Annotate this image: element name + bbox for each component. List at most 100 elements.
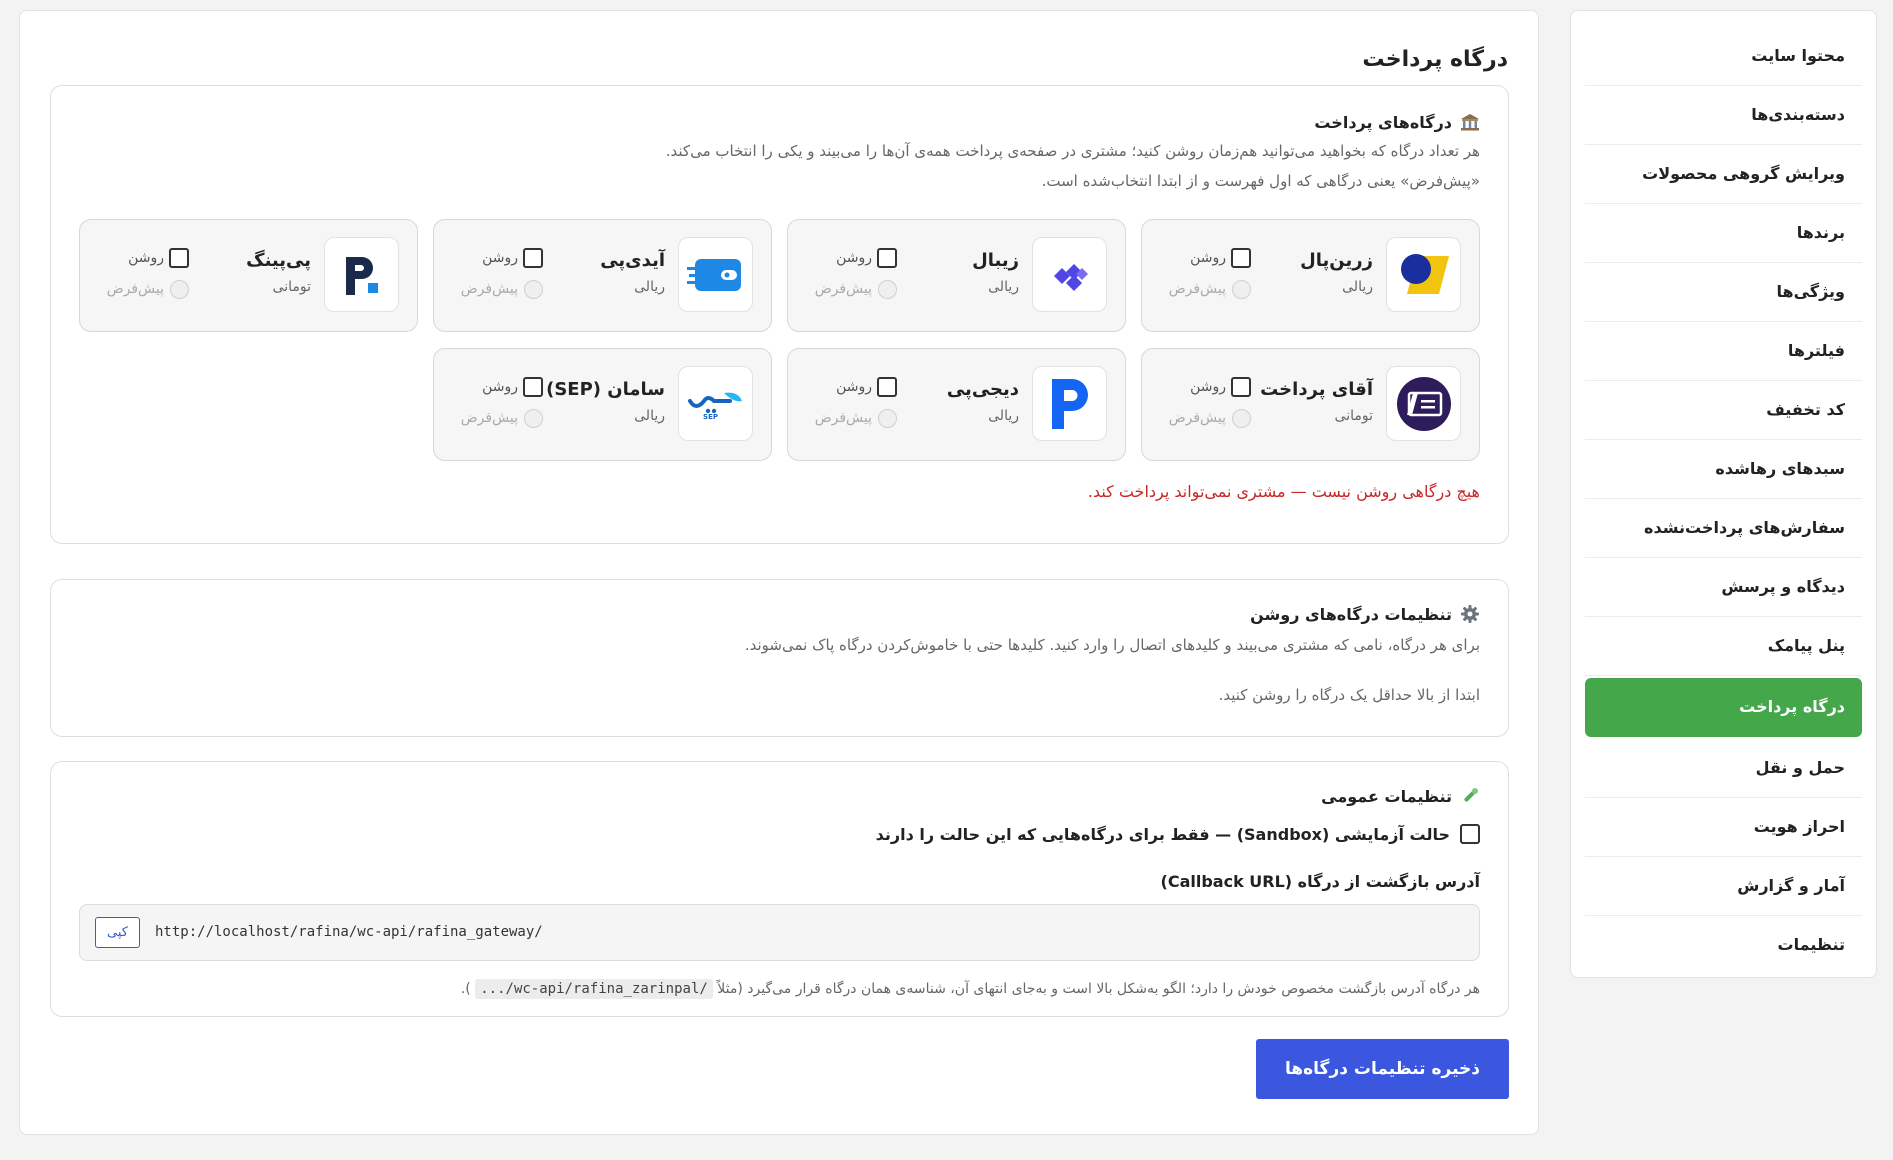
- gear-icon: [1461, 605, 1479, 623]
- gateway-enable-label: روشن: [482, 250, 518, 266]
- gateway-default-label: پیش‌فرض: [814, 281, 872, 297]
- gateway-enable-label: روشن: [1190, 250, 1226, 266]
- gateways-card-title: درگاه‌های پرداخت: [1314, 112, 1452, 132]
- sidebar-item-categories[interactable]: دسته‌بندی‌ها: [1585, 86, 1862, 145]
- save-gateways-button[interactable]: ذخیره تنظیمات درگاه‌ها: [1256, 1039, 1509, 1099]
- sidebar-item-abandoned-carts[interactable]: سبدهای رهاشده: [1585, 440, 1862, 499]
- gateways-desc-line1: هر تعداد درگاه که بخواهید می‌توانید هم‌ز…: [665, 142, 1480, 160]
- sandbox-toggle[interactable]: حالت آزمایشی (Sandbox) — فقط برای درگاه‌…: [876, 824, 1480, 844]
- sidebar-item-unpaid-orders[interactable]: سفارش‌های پرداخت‌نشده: [1585, 499, 1862, 558]
- gateway-enable-checkbox[interactable]: [523, 248, 543, 268]
- idpay-logo: [678, 237, 753, 312]
- gateway-card-digipay: دیجی‌پی ریالی روشن پیش‌فرض: [787, 348, 1126, 461]
- zarinpal-logo: [1386, 237, 1461, 312]
- sidebar-item-filters[interactable]: فیلترها: [1585, 322, 1862, 381]
- gateway-enable-checkbox[interactable]: [1231, 248, 1251, 268]
- gateway-enable-checkbox[interactable]: [1231, 377, 1251, 397]
- enabled-settings-header: تنظیمات درگاه‌های روشن: [1250, 604, 1480, 624]
- gateway-currency: ریالی: [634, 279, 665, 295]
- gateway-default-radio[interactable]: [170, 280, 189, 299]
- gateway-currency: ریالی: [1342, 279, 1373, 295]
- digipay-logo: [1032, 366, 1107, 441]
- general-settings-card: تنظیمات عمومی حالت آزمایشی (Sandbox) — ف…: [50, 761, 1509, 1017]
- copy-button[interactable]: کپی: [95, 917, 140, 948]
- no-gateway-warning: هیچ درگاهی روشن نیست — مشتری نمی‌تواند پ…: [1087, 482, 1480, 501]
- sidebar-item-reviews[interactable]: دیدگاه و پرسش: [1585, 558, 1862, 617]
- gateway-card-idpay: آیدی‌پی ریالی روشن پیش‌فرض: [433, 219, 772, 332]
- sidebar-item-payment-gateway[interactable]: درگاه پرداخت: [1585, 678, 1862, 737]
- gateway-card-payping: پی‌پینگ تومانی روشن پیش‌فرض: [79, 219, 418, 332]
- gateway-enable-checkbox[interactable]: [169, 248, 189, 268]
- gateway-default-label: پیش‌فرض: [460, 410, 518, 426]
- callback-note-suffix: ).: [460, 981, 471, 997]
- gateway-enable-checkbox[interactable]: [523, 377, 543, 397]
- sidebar-item-sms-panel[interactable]: پنل پیامک: [1585, 617, 1862, 676]
- sidebar-item-bulk-edit-products[interactable]: ویرایش گروهی محصولات: [1585, 145, 1862, 204]
- gateway-enable-label: روشن: [1190, 379, 1226, 395]
- gateway-name: آقای پرداخت: [1260, 379, 1373, 400]
- gateway-default-radio[interactable]: [524, 409, 543, 428]
- gateway-name: آیدی‌پی: [600, 250, 665, 271]
- gateway-name: پی‌پینگ: [246, 250, 311, 271]
- aqayepardakht-logo: [1386, 366, 1461, 441]
- gateway-currency: تومانی: [1334, 408, 1373, 424]
- general-settings-title: تنظیمات عمومی: [1321, 786, 1452, 806]
- sidebar: محتوا سایت دسته‌بندی‌ها ویرایش گروهی محص…: [1570, 10, 1877, 978]
- sidebar-item-authentication[interactable]: احراز هویت: [1585, 798, 1862, 857]
- sidebar-item-shipping[interactable]: حمل و نقل: [1585, 739, 1862, 798]
- callback-url-field[interactable]: http://localhost/rafina/wc-api/rafina_ga…: [79, 904, 1480, 961]
- main-panel: درگاه پرداخت درگاه‌های پرداخت هر تعداد د…: [19, 10, 1539, 1135]
- gateway-default-radio[interactable]: [1232, 280, 1251, 299]
- gateway-name: زرین‌پال: [1300, 250, 1373, 271]
- svg-text:SEP: SEP: [703, 413, 718, 421]
- sandbox-label: حالت آزمایشی (Sandbox) — فقط برای درگاه‌…: [875, 824, 1450, 844]
- gateway-default-radio[interactable]: [1232, 409, 1251, 428]
- gateway-currency: ریالی: [988, 408, 1019, 424]
- gateway-currency: ریالی: [988, 279, 1019, 295]
- callback-url-label: آدرس بازگشت از درگاه (Callback URL): [1160, 872, 1480, 891]
- gateway-card-aqayepardakht: آقای پرداخت تومانی روشن پیش‌فرض: [1141, 348, 1480, 461]
- sep-logo: SEP: [678, 366, 753, 441]
- sidebar-item-reports[interactable]: آمار و گزارش: [1585, 857, 1862, 916]
- callback-note-code: .../wc-api/rafina_zarinpal/: [475, 979, 713, 999]
- enabled-settings-empty-msg: ابتدا از بالا حداقل یک درگاه را روشن کنی…: [1218, 686, 1480, 704]
- enabled-gateways-settings-card: تنظیمات درگاه‌های روشن برای هر درگاه، نا…: [50, 579, 1509, 737]
- gateway-currency: تومانی: [272, 279, 311, 295]
- callback-note: هر درگاه آدرس بازگشت مخصوص خودش را دارد؛…: [461, 979, 1480, 999]
- gateway-card-zarinpal: زرین‌پال ریالی روشن پیش‌فرض: [1141, 219, 1480, 332]
- sidebar-item-site-content[interactable]: محتوا سایت: [1585, 27, 1862, 86]
- gateway-enable-label: روشن: [836, 250, 872, 266]
- gateways-card-header: درگاه‌های پرداخت: [1314, 112, 1480, 132]
- sidebar-item-brands[interactable]: برندها: [1585, 204, 1862, 263]
- gateway-enable-label: روشن: [128, 250, 164, 266]
- bank-icon: [1461, 114, 1479, 131]
- wrench-icon: [1464, 788, 1478, 802]
- sidebar-item-coupons[interactable]: کد تخفیف: [1585, 381, 1862, 440]
- enabled-settings-desc: برای هر درگاه، نامی که مشتری می‌بیند و ک…: [744, 636, 1480, 654]
- gateways-desc-line2: «پیش‌فرض» یعنی درگاهی که اول فهرست و از …: [1041, 172, 1480, 190]
- zibal-logo: [1032, 237, 1107, 312]
- gateway-default-radio[interactable]: [878, 409, 897, 428]
- general-settings-header: تنظیمات عمومی: [1321, 786, 1480, 806]
- gateway-default-label: پیش‌فرض: [1168, 281, 1226, 297]
- gateway-name: دیجی‌پی: [946, 379, 1019, 400]
- payping-logo: [324, 237, 399, 312]
- gateway-enable-label: روشن: [836, 379, 872, 395]
- gateway-name: سامان (SEP): [546, 379, 665, 400]
- gateway-default-label: پیش‌فرض: [814, 410, 872, 426]
- callback-url-value[interactable]: http://localhost/rafina/wc-api/rafina_ga…: [155, 924, 543, 940]
- gateway-enable-checkbox[interactable]: [877, 377, 897, 397]
- gateway-name: زیبال: [972, 250, 1019, 271]
- callback-note-text: هر درگاه آدرس بازگشت مخصوص خودش را دارد؛…: [717, 981, 1480, 997]
- sidebar-item-settings[interactable]: تنظیمات: [1585, 916, 1862, 975]
- gateway-default-radio[interactable]: [524, 280, 543, 299]
- sandbox-checkbox[interactable]: [1460, 824, 1480, 844]
- gateway-default-label: پیش‌فرض: [460, 281, 518, 297]
- gateway-card-sep: SEP سامان (SEP) ریالی روشن پیش‌فرض: [433, 348, 772, 461]
- enabled-settings-title: تنظیمات درگاه‌های روشن: [1250, 604, 1452, 624]
- page-title: درگاه پرداخت: [1362, 47, 1508, 72]
- gateway-enable-checkbox[interactable]: [877, 248, 897, 268]
- gateway-default-radio[interactable]: [878, 280, 897, 299]
- gateway-currency: ریالی: [634, 408, 665, 424]
- sidebar-item-attributes[interactable]: ویژگی‌ها: [1585, 263, 1862, 322]
